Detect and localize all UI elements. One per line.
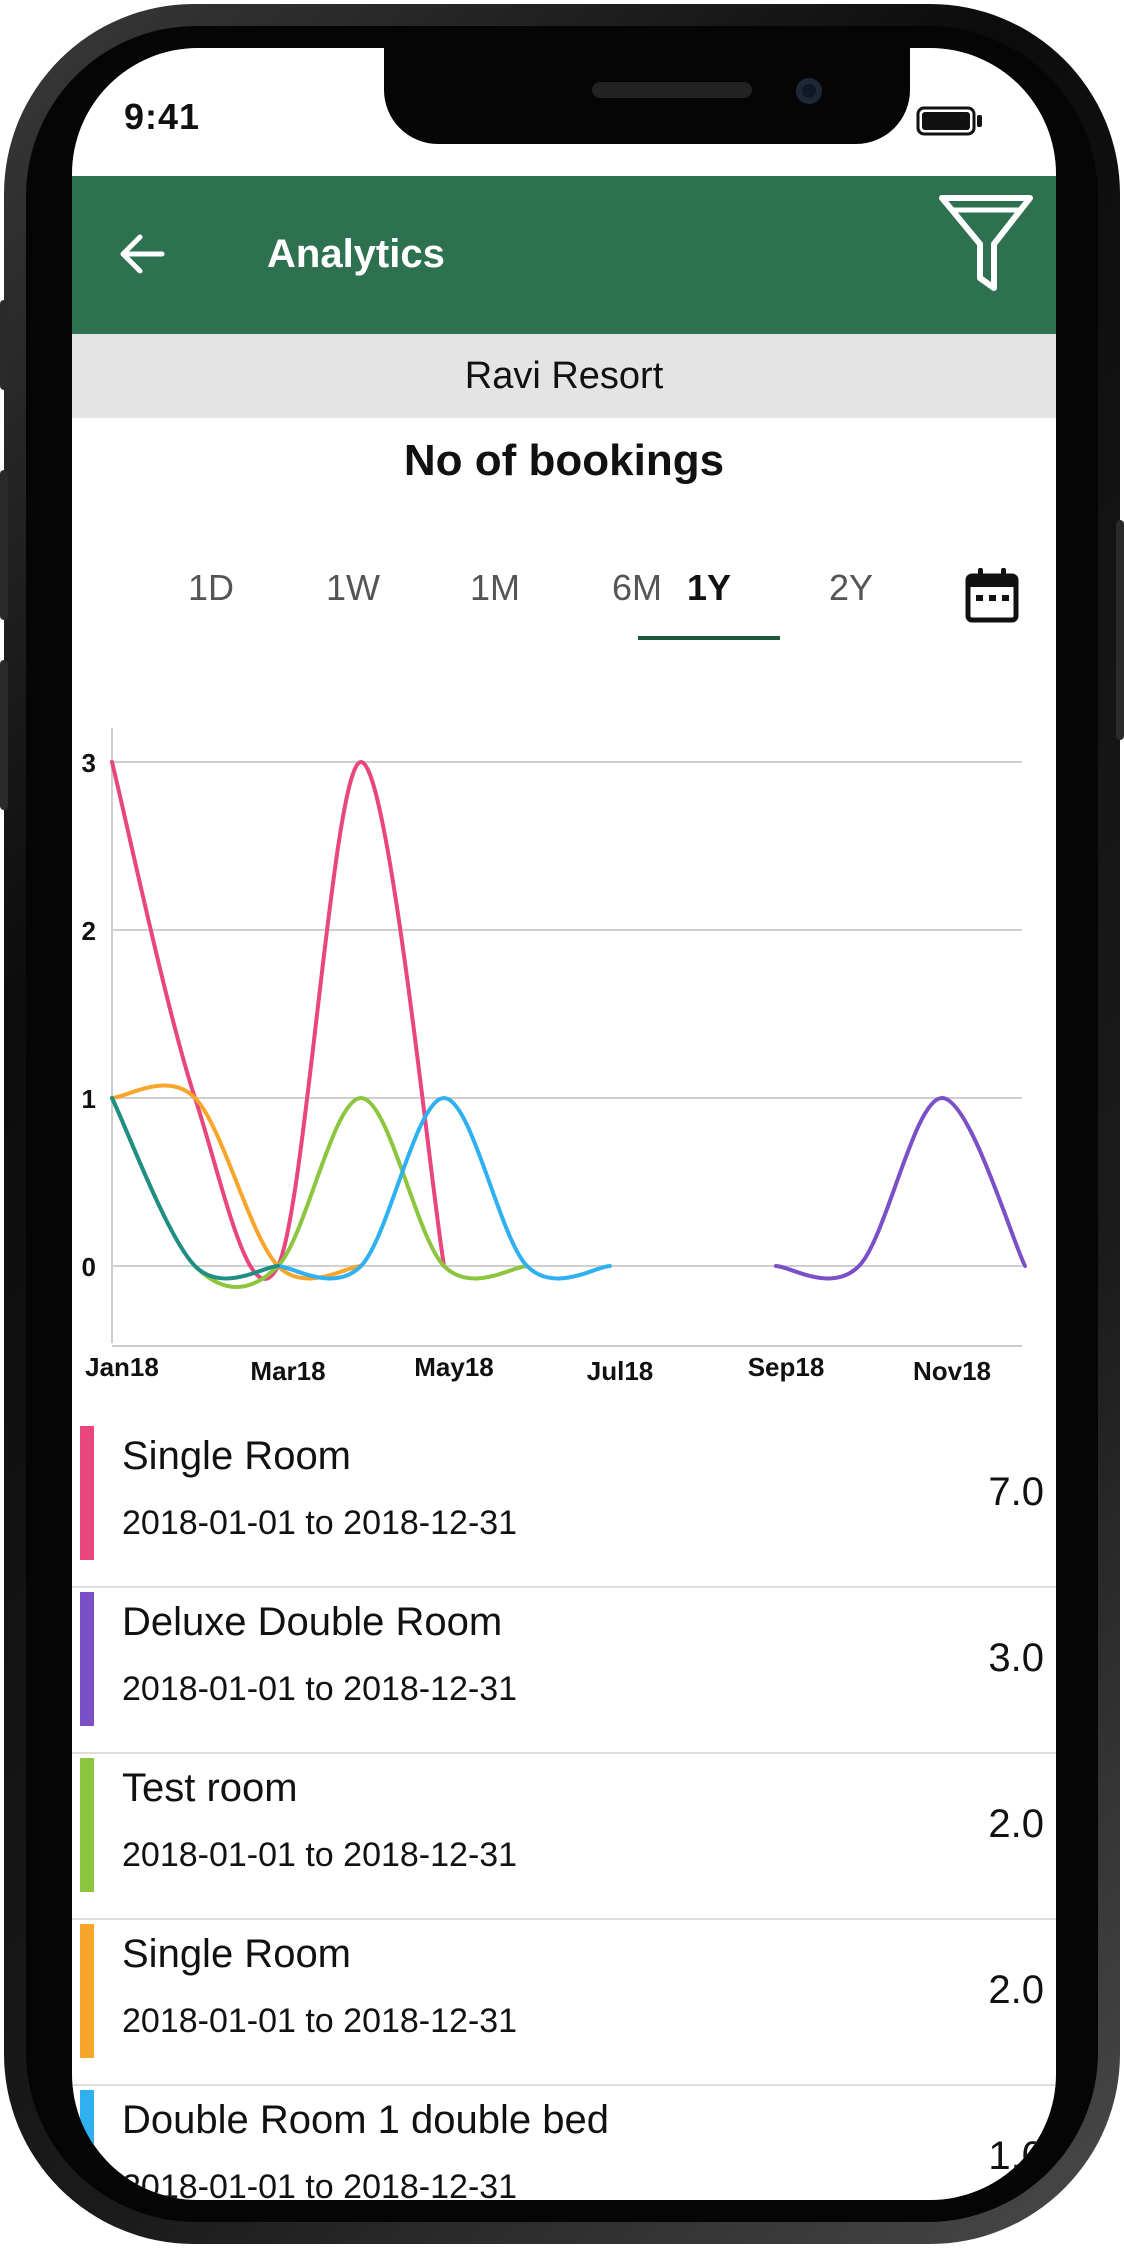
series-line xyxy=(276,1095,612,1281)
active-tab-indicator xyxy=(638,636,780,640)
list-item[interactable]: Double Room 1 double bed 2018-01-01 to 20… xyxy=(72,2086,1056,2200)
app-screen: 9:41 Analytics Ravi Resort No of booking… xyxy=(72,48,1056,2200)
room-name: Single Room xyxy=(122,1434,352,1478)
speaker-grille xyxy=(592,82,752,98)
tab-1w[interactable]: 1W xyxy=(282,550,424,646)
series-line xyxy=(774,1095,1027,1281)
filter-icon[interactable] xyxy=(936,192,1036,296)
room-name: Double Room 1 double bed xyxy=(122,2098,610,2142)
booking-count: 2.0 xyxy=(988,1802,1044,1846)
list-item[interactable]: Single Room 2018-01-01 to 2018-12-31 2.0 xyxy=(72,1920,1056,2086)
date-range: 2018-01-01 to 2018-12-31 xyxy=(122,1670,518,1708)
property-name: Ravi Resort xyxy=(72,334,1056,418)
booking-count: 3.0 xyxy=(988,1636,1044,1680)
period-tabs: 1D 1W 1M 6M 1Y 2Y xyxy=(72,550,1056,646)
tab-1y[interactable]: 1Y xyxy=(638,550,780,646)
series-color-bar xyxy=(80,2090,94,2200)
y-tick-label: 0 xyxy=(82,1252,96,1282)
y-tick-label: 2 xyxy=(82,916,96,946)
list-item[interactable]: Single Room 2018-01-01 to 2018-12-31 7.0 xyxy=(72,1422,1056,1588)
tab-1m[interactable]: 1M xyxy=(424,550,566,646)
page-title: Analytics xyxy=(267,232,445,276)
series-color-bar xyxy=(80,1924,94,2058)
status-time: 9:41 xyxy=(124,96,201,137)
y-tick-label: 3 xyxy=(82,748,96,778)
side-button xyxy=(0,300,8,390)
front-camera xyxy=(796,78,822,104)
series-line xyxy=(110,1096,280,1281)
room-name: Single Room xyxy=(122,1932,352,1976)
series-line xyxy=(110,1095,529,1289)
tab-1d[interactable]: 1D xyxy=(140,550,282,646)
series-color-bar xyxy=(80,1592,94,1726)
calendar-icon[interactable] xyxy=(964,566,1020,624)
room-name: Deluxe Double Room xyxy=(122,1600,503,1644)
series-color-bar xyxy=(80,1758,94,1892)
power-button xyxy=(1116,520,1124,740)
x-tick-label: Sep18 xyxy=(748,1352,825,1382)
list-item[interactable]: Deluxe Double Room 2018-01-01 to 2018-12-… xyxy=(72,1588,1056,1754)
date-range: 2018-01-01 to 2018-12-31 xyxy=(122,1504,518,1542)
y-tick-label: 1 xyxy=(82,1084,96,1114)
series-line xyxy=(110,759,446,1281)
x-tick-label: Mar18 xyxy=(250,1356,325,1386)
volume-up-button xyxy=(0,470,8,620)
x-tick-label: Jul18 xyxy=(587,1356,654,1386)
room-name: Test room xyxy=(122,1766,298,1810)
date-range: 2018-01-01 to 2018-12-31 xyxy=(122,1836,518,1874)
chart-heading: No of bookings xyxy=(403,436,725,485)
booking-count: 2.0 xyxy=(988,1968,1044,2012)
booking-count: 7.0 xyxy=(988,1470,1044,1514)
bookings-chart: 0 1 2 3 Jan18 Mar18 May18 Jul18 Sep18 Nov18 xyxy=(82,728,1027,1386)
tab-2y[interactable]: 2Y xyxy=(780,550,922,646)
volume-down-button xyxy=(0,660,8,810)
notch xyxy=(384,48,910,144)
arrow-left-icon[interactable] xyxy=(112,224,172,284)
room-list: Single Room 2018-01-01 to 2018-12-31 7.0 De… xyxy=(72,1422,1056,2200)
series-color-bar xyxy=(80,1426,94,1560)
x-tick-label: Jan18 xyxy=(85,1352,159,1382)
x-tick-label: May18 xyxy=(414,1352,494,1382)
x-tick-label: Nov18 xyxy=(913,1356,991,1386)
list-item[interactable]: Test room 2018-01-01 to 2018-12-31 2.0 xyxy=(72,1754,1056,1920)
date-range: 2018-01-01 to 2018-12-31 xyxy=(122,2168,518,2200)
battery-icon xyxy=(916,106,982,136)
booking-count: 1.0 xyxy=(988,2134,1044,2178)
app-bar: Analytics xyxy=(72,176,1056,334)
date-range: 2018-01-01 to 2018-12-31 xyxy=(122,2002,518,2040)
